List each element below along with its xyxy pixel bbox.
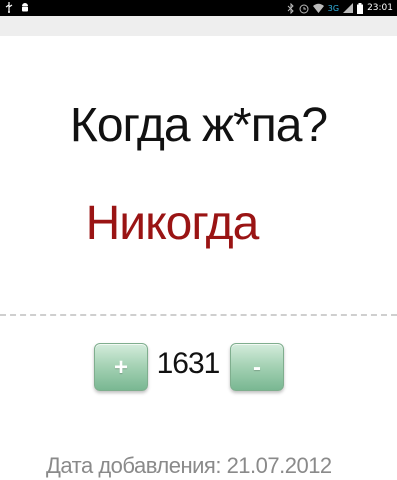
bluetooth-icon bbox=[287, 2, 295, 14]
post-answer: Никогда bbox=[85, 197, 260, 250]
status-bar-left bbox=[4, 2, 30, 13]
post-date: Дата добавления: 21.07.2012 bbox=[46, 453, 332, 478]
usb-icon bbox=[4, 2, 14, 13]
post-question: Когда ж*па? bbox=[69, 99, 328, 152]
clock: 23:01 bbox=[367, 3, 393, 13]
wifi-icon bbox=[312, 3, 324, 13]
status-bar-right: 3G 23:01 bbox=[287, 2, 393, 14]
alarm-icon bbox=[299, 3, 309, 14]
network-type-label: 3G bbox=[327, 3, 340, 13]
battery-icon bbox=[357, 2, 364, 14]
vote-score: 1631 bbox=[156, 347, 221, 380]
signal-icon bbox=[343, 3, 354, 13]
status-bar: 3G 23:01 bbox=[0, 0, 397, 16]
downvote-button[interactable]: - bbox=[230, 343, 284, 391]
android-icon bbox=[20, 2, 30, 13]
dashed-divider bbox=[0, 314, 397, 316]
upvote-button[interactable]: + bbox=[94, 343, 148, 391]
top-band bbox=[0, 16, 397, 36]
